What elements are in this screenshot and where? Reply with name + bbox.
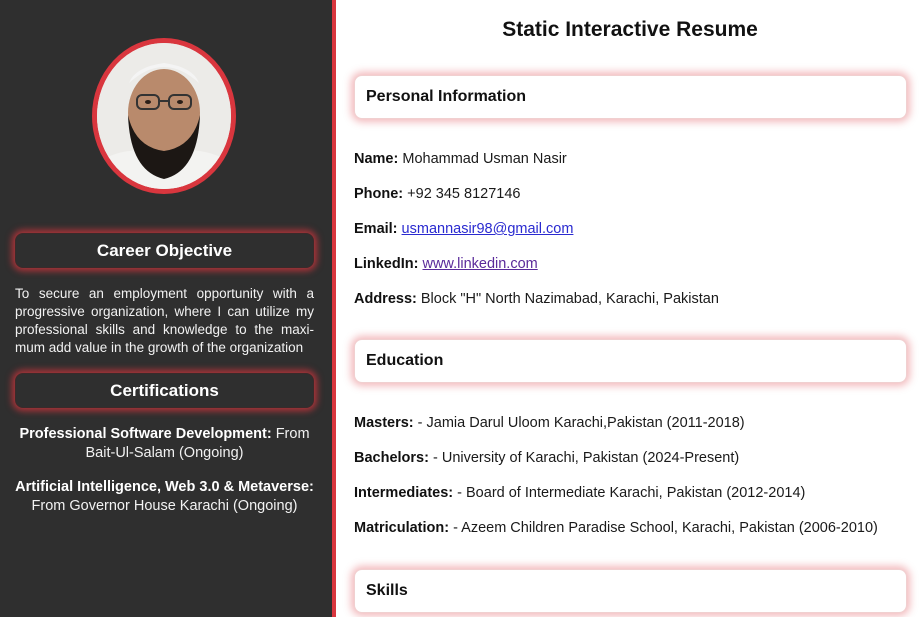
linkedin-label: LinkedIn:: [354, 256, 419, 272]
certification-title: Professional Software Development:: [19, 426, 272, 442]
name-row: Name: Mohammad Usman Nasir: [354, 151, 567, 167]
education-item: Masters: - Jamia Darul Uloom Karachi,Pak…: [354, 415, 745, 431]
phone-label: Phone:: [354, 186, 404, 202]
phone-row: Phone: +92 345 8127146: [354, 186, 520, 202]
education-item: Bachelors: - University of Karachi, Paki…: [354, 450, 739, 466]
education-level: Intermediates:: [354, 485, 454, 501]
career-objective-heading: Career Objective: [15, 233, 314, 268]
email-label: Email:: [354, 221, 398, 237]
certification-item: Professional Software Development: From …: [15, 425, 314, 463]
education-detail: - Jamia Darul Uloom Karachi,Pakistan (20…: [417, 415, 745, 431]
sidebar-divider: [332, 0, 336, 617]
education-item: Matriculation: - Azeem Children Paradise…: [354, 520, 878, 536]
address-label: Address:: [354, 291, 417, 307]
education-detail: - University of Karachi, Pakistan (2024-…: [432, 450, 740, 466]
profile-photo-icon: [97, 43, 231, 189]
email-row: Email: usmannasir98@gmail.com: [354, 221, 573, 237]
name-label: Name:: [354, 151, 399, 167]
skills-heading[interactable]: Skills: [354, 569, 907, 613]
sidebar: Career Objective To secure an employment…: [0, 0, 332, 617]
certification-title: Artificial Intelligence, Web 3.0 & Metav…: [15, 479, 314, 495]
career-objective-text: To secure an employment opportunity with…: [15, 286, 314, 355]
certification-detail: From Governor House Karachi (Ongoing): [31, 498, 298, 514]
email-link[interactable]: usmannasir98@gmail.com: [402, 221, 574, 237]
education-detail: - Board of Intermediate Karachi, Pakista…: [457, 485, 806, 501]
address-row: Address: Block "H" North Nazimabad, Kara…: [354, 291, 719, 307]
certification-item: Artificial Intelligence, Web 3.0 & Metav…: [15, 478, 314, 516]
phone-value: +92 345 8127146: [407, 186, 521, 202]
address-value: Block "H" North Nazimabad, Karachi, Paki…: [420, 291, 719, 307]
education-detail: - Azeem Children Paradise School, Karach…: [453, 520, 878, 536]
education-level: Matriculation:: [354, 520, 450, 536]
education-level: Bachelors:: [354, 450, 429, 466]
personal-information-heading[interactable]: Personal Information: [354, 75, 907, 119]
linkedin-link[interactable]: www.linkedin.com: [422, 256, 537, 272]
linkedin-row: LinkedIn: www.linkedin.com: [354, 256, 538, 272]
avatar: [92, 38, 236, 194]
page-title: Static Interactive Resume: [502, 18, 758, 41]
certifications-heading: Certifications: [15, 373, 314, 408]
education-item: Intermediates: - Board of Intermediate K…: [354, 485, 805, 501]
education-heading[interactable]: Education: [354, 339, 907, 383]
education-level: Masters:: [354, 415, 414, 431]
name-value: Mohammad Usman Nasir: [402, 151, 567, 167]
